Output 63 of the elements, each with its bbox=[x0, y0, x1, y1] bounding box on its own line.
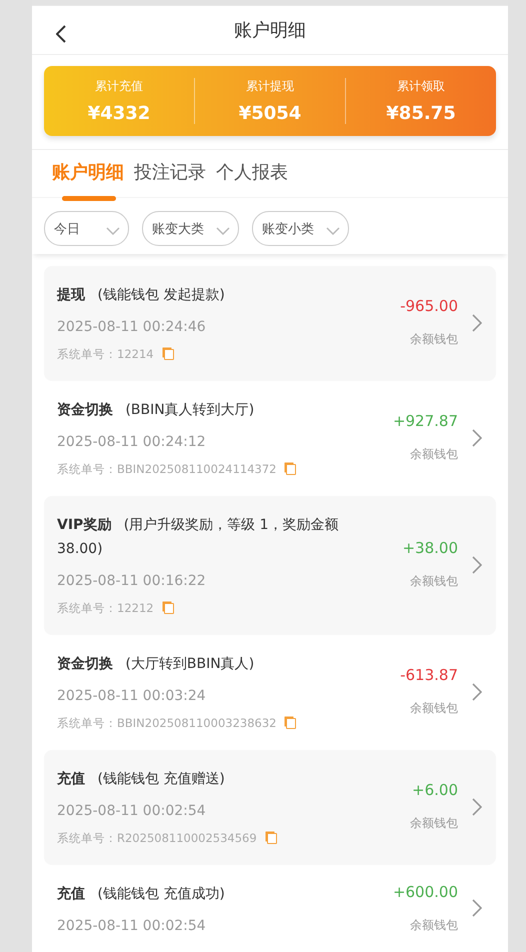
copy-icon[interactable] bbox=[164, 349, 174, 360]
order-number: 系统单号：12214 bbox=[57, 347, 154, 362]
order-number: 系统单号：BBIN202508110003238632 bbox=[57, 716, 276, 731]
tab[interactable]: 投注记录 bbox=[134, 160, 206, 186]
copy-icon[interactable] bbox=[286, 464, 296, 475]
record-title: 充值 (钱能钱包 充值成功) bbox=[57, 884, 226, 904]
copy-icon[interactable] bbox=[286, 718, 296, 729]
summary-label: 累计领取 bbox=[397, 78, 445, 95]
amount: +6.00 bbox=[412, 781, 458, 799]
record-row[interactable]: 资金切换 (BBIN真人转到大厅) 2025-08-11 00:24:12 系统单号：BBIN202508110024114372 +927.87 余额钱包 bbox=[44, 381, 496, 496]
wallet-label: 余额钱包 bbox=[410, 700, 458, 717]
record-row[interactable]: VIP奖励 (用户升级奖励，等级 1，奖励金额 38.00) 2025-08-11 00:16:22 系统单号：12212 +38.00 余额钱包 bbox=[44, 496, 496, 635]
summary-value: ¥4332 bbox=[88, 102, 150, 124]
wallet-label: 余额钱包 bbox=[410, 815, 458, 832]
page-title: 账户明细 bbox=[234, 19, 306, 42]
copy-icon[interactable] bbox=[266, 833, 277, 844]
order-number: 系统单号：R202508110002534569 bbox=[57, 831, 257, 846]
summary-label: 累计提现 bbox=[246, 78, 294, 95]
filter-dropdown[interactable]: 今日 bbox=[44, 211, 129, 246]
chevron-icon bbox=[472, 682, 482, 700]
wallet-label: 余额钱包 bbox=[410, 446, 458, 463]
chevron-icon bbox=[472, 314, 482, 332]
record-row[interactable]: 充值 (钱能钱包 充值成功) 2025-08-11 00:02:54 +600.00 余额钱包 bbox=[44, 865, 496, 952]
chevron-icon bbox=[472, 899, 482, 917]
tab[interactable]: 个人报表 bbox=[216, 160, 288, 186]
chevron-icon bbox=[472, 428, 482, 446]
amount: +600.00 bbox=[392, 882, 458, 900]
wallet-label: 余额钱包 bbox=[410, 331, 458, 348]
record-title: 提现 (钱能钱包 发起提款) bbox=[57, 286, 226, 305]
record-time: 2025-08-11 00:03:24 bbox=[57, 688, 207, 704]
record-row[interactable]: 资金切换 (大厅转到BBIN真人) 2025-08-11 00:03:24 系统单号：BBIN202508110003238632 -613.87 余额钱包 bbox=[44, 635, 496, 750]
amount: +38.00 bbox=[402, 539, 458, 557]
record-time: 2025-08-11 00:16:22 bbox=[57, 573, 207, 589]
filter-dropdown[interactable]: 账变大类 bbox=[142, 211, 239, 246]
wallet-label: 余额钱包 bbox=[410, 573, 458, 590]
chevron-icon bbox=[472, 798, 482, 816]
record-time: 2025-08-11 00:24:12 bbox=[57, 434, 207, 450]
summary-value: ¥5054 bbox=[238, 102, 302, 124]
chevron-icon bbox=[472, 556, 482, 574]
record-title: 资金切换 (大厅转到BBIN真人) bbox=[57, 655, 256, 674]
caret-icon bbox=[326, 226, 340, 234]
record-row[interactable]: 充值 (钱能钱包 充值赠送) 2025-08-11 00:02:54 系统单号：R202508110002534569 +6.00 余额钱包 bbox=[44, 750, 496, 865]
copy-icon[interactable] bbox=[164, 603, 174, 614]
tab-indicator bbox=[62, 196, 116, 202]
summary-value: ¥85.75 bbox=[386, 102, 456, 124]
record-time: 2025-08-11 00:24:46 bbox=[57, 319, 207, 335]
record-time: 2025-08-11 00:02:54 bbox=[57, 803, 207, 819]
amount: -613.87 bbox=[400, 666, 458, 684]
back-icon[interactable] bbox=[56, 25, 66, 43]
record-title: 资金切换 (BBIN真人转到大厅) bbox=[57, 401, 256, 420]
summary-label: 累计充值 bbox=[95, 78, 143, 95]
caret-icon bbox=[106, 226, 120, 234]
record-row[interactable]: 提现 (钱能钱包 发起提款) 2025-08-11 00:24:46 系统单号：12214 -965.00 余额钱包 bbox=[44, 266, 496, 381]
record-time: 2025-08-11 00:02:54 bbox=[57, 918, 207, 934]
wallet-label: 余额钱包 bbox=[410, 916, 458, 934]
amount: -965.00 bbox=[400, 297, 458, 315]
record-title: VIP奖励 (用户升级奖励，等级 1，奖励金额 38.00) bbox=[57, 516, 340, 559]
filter-dropdown[interactable]: 账变小类 bbox=[252, 211, 349, 246]
order-number: 系统单号：12212 bbox=[57, 601, 154, 616]
amount: +927.87 bbox=[392, 412, 458, 430]
record-title: 充值 (钱能钱包 充值赠送) bbox=[57, 770, 226, 789]
caret-icon bbox=[216, 226, 230, 234]
order-number: 系统单号：BBIN202508110024114372 bbox=[57, 462, 276, 477]
